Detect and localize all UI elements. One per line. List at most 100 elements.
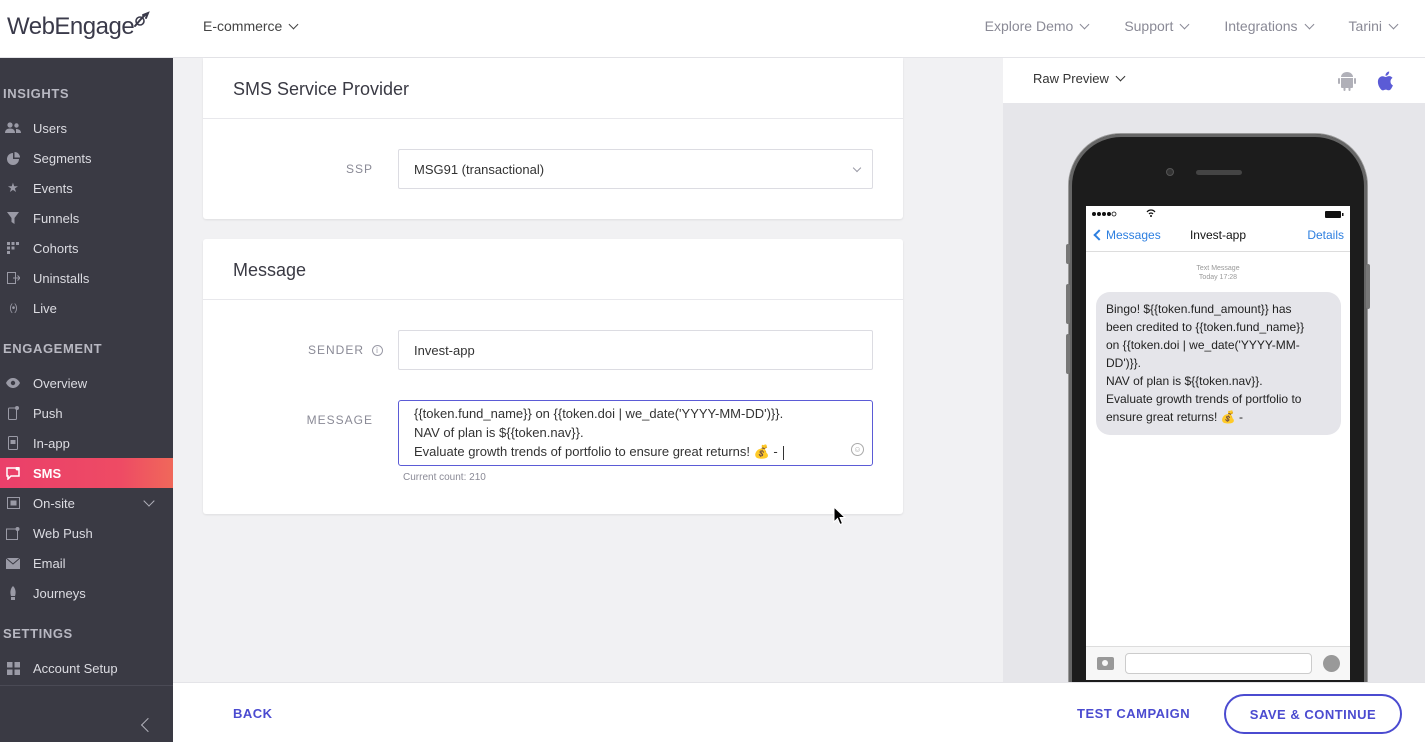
status-bar	[1086, 206, 1350, 222]
chevron-down-icon	[288, 19, 299, 29]
top-bar: WebEngage E-commerce Explore Demo Suppor…	[0, 0, 1425, 58]
status-icons	[1092, 209, 1344, 218]
compose-bar	[1086, 646, 1350, 680]
nav-label: Explore Demo	[984, 18, 1074, 34]
live-icon: (•)	[9, 302, 17, 314]
sidebar-item-label: Events	[33, 180, 73, 196]
chevron-down-icon	[852, 163, 862, 173]
preview-mode-label: Raw Preview	[1033, 71, 1109, 86]
logo-text: WebEngage	[7, 13, 135, 40]
message-meta-time: Today 17:28	[1198, 274, 1238, 281]
sidebar-item-funnels[interactable]: Funnels	[0, 203, 173, 233]
nav-support[interactable]: Support	[1124, 18, 1190, 34]
phone-button	[1066, 244, 1070, 264]
web-push-icon	[5, 525, 21, 541]
sender-input[interactable]: Invest-app	[398, 330, 873, 370]
chevron-down-icon	[1179, 19, 1190, 29]
bubble-line: Bingo! ${{token.fund_amount}} has	[1106, 302, 1292, 316]
apple-icon[interactable]	[1376, 70, 1396, 92]
sidebar-item-label: Funnels	[33, 210, 80, 226]
sidebar-item-email[interactable]: Email	[0, 548, 173, 578]
sidebar-item-journeys[interactable]: Journeys	[0, 578, 173, 608]
message-label: MESSAGE	[306, 413, 373, 427]
sidebar-item-overview[interactable]: Overview	[0, 368, 173, 398]
phone-mockup: Messages Invest-app Details Text Message…	[1066, 134, 1370, 682]
webengage-logo[interactable]: WebEngage	[7, 10, 152, 44]
sidebar-item-label: Cohorts	[33, 240, 79, 256]
emoji-picker-icon[interactable]: ☺	[851, 443, 864, 456]
sender-label: SENDER	[307, 343, 364, 357]
sidebar-item-account-setup[interactable]: Account Setup	[0, 653, 173, 683]
sidebar-item-on-site[interactable]: On-site	[0, 488, 173, 518]
sidebar-item-events[interactable]: ★ Events	[0, 173, 173, 203]
email-icon	[5, 555, 21, 571]
phone-button	[1366, 264, 1370, 309]
ssp-select[interactable]: MSG91 (transactional)	[398, 149, 873, 189]
save-continue-button[interactable]: SAVE & CONTINUE	[1224, 694, 1402, 734]
sidebar-item-push[interactable]: Push	[0, 398, 173, 428]
phone-button	[1066, 284, 1070, 324]
sms-icon	[5, 465, 21, 481]
funnel-icon	[5, 210, 21, 226]
details-link[interactable]: Details	[1307, 228, 1344, 242]
camera-icon	[1097, 657, 1114, 670]
back-button[interactable]: BACK	[233, 706, 273, 721]
sidebar-item-in-app[interactable]: In-app	[0, 428, 173, 458]
star-icon: ★	[7, 180, 19, 195]
journeys-icon	[5, 585, 21, 601]
chevron-down-icon	[1079, 19, 1090, 29]
push-icon	[5, 405, 21, 421]
bubble-line: DD')}}.	[1106, 356, 1141, 370]
logo-mark-icon	[134, 11, 150, 27]
test-campaign-button[interactable]: TEST CAMPAIGN	[1077, 706, 1190, 721]
pie-chart-icon	[5, 150, 21, 166]
preview-header: Raw Preview	[1003, 58, 1425, 103]
nav-integrations[interactable]: Integrations	[1224, 18, 1314, 34]
sidebar: INSIGHTS Users Segments ★ Events Funnels…	[0, 58, 173, 742]
nav-explore-demo[interactable]: Explore Demo	[984, 18, 1090, 34]
collapse-sidebar-icon[interactable]	[140, 717, 156, 733]
chevron-down-icon	[1304, 19, 1314, 29]
sidebar-item-segments[interactable]: Segments	[0, 143, 173, 173]
chevron-down-icon	[1115, 71, 1126, 82]
nav-user-menu[interactable]: Tarini	[1349, 18, 1399, 34]
account-setup-icon	[5, 660, 21, 676]
mouse-cursor-icon	[833, 506, 847, 526]
character-count: Current count: 210	[403, 472, 486, 483]
chevron-down-icon[interactable]	[143, 495, 155, 507]
sidebar-item-label: Push	[33, 405, 63, 421]
sidebar-item-label: Email	[33, 555, 66, 571]
chevron-down-icon	[1388, 19, 1399, 29]
uninstall-icon	[5, 270, 21, 286]
sidebar-item-uninstalls[interactable]: Uninstalls	[0, 263, 173, 293]
sidebar-item-label: Web Push	[33, 525, 93, 541]
message-line: Evaluate growth trends of portfolio to e…	[414, 442, 857, 461]
info-icon[interactable]: i	[372, 344, 383, 356]
sidebar-item-sms[interactable]: SMS	[0, 458, 173, 488]
compose-field	[1125, 653, 1312, 674]
sidebar-item-live[interactable]: (•) Live	[0, 293, 173, 323]
sender-label-row: SENDER i	[263, 343, 383, 357]
bubble-line: on {{token.doi | we_date('YYYY-MM-	[1106, 338, 1300, 352]
preview-mode-dropdown[interactable]: Raw Preview	[1033, 71, 1126, 86]
workspace-selector[interactable]: E-commerce	[203, 18, 299, 34]
sidebar-item-cohorts[interactable]: Cohorts	[0, 233, 173, 263]
divider	[0, 685, 173, 686]
sidebar-item-web-push[interactable]: Web Push	[0, 518, 173, 548]
phone-button	[1066, 334, 1070, 374]
nav-label: Integrations	[1224, 18, 1298, 34]
sidebar-item-users[interactable]: Users	[0, 113, 173, 143]
ssp-card: SMS Service Provider SSP MSG91 (transact…	[203, 58, 903, 219]
message-line: NAV of plan is ${{token.nav}}.	[414, 425, 584, 440]
message-textarea[interactable]: {{token.fund_name}} on {{token.doi | we_…	[398, 400, 873, 466]
sidebar-item-label: Uninstalls	[33, 270, 90, 286]
users-icon	[5, 120, 21, 136]
nav-label: Support	[1124, 18, 1174, 34]
sidebar-item-label: Live	[33, 300, 57, 316]
microphone-icon	[1323, 655, 1340, 672]
phone-speaker	[1196, 170, 1242, 175]
message-card-title: Message	[233, 260, 307, 280]
ssp-label: SSP	[345, 162, 373, 176]
in-app-icon	[5, 435, 21, 451]
android-icon[interactable]	[1337, 70, 1357, 92]
